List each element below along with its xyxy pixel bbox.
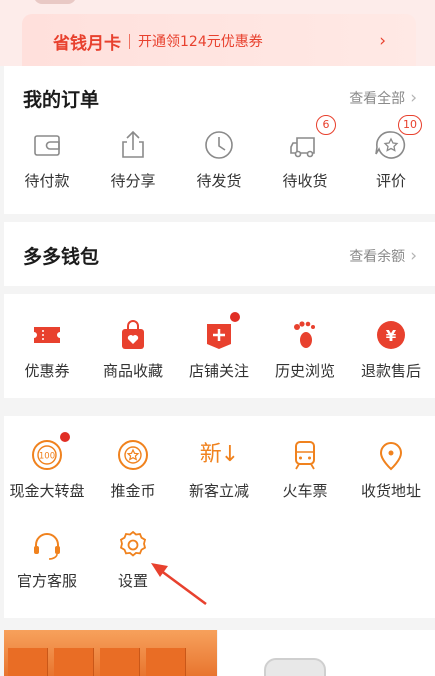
cash-wheel-number: 100 (39, 452, 55, 462)
count-badge: 10 (398, 115, 422, 135)
wallet-icon (30, 128, 64, 162)
new-customer-icon: 新↓ (197, 438, 241, 472)
service-cash-wheel[interactable]: 100 现金大转盘 (2, 432, 92, 501)
refund-icon: ¥ (374, 318, 408, 352)
footprint-icon (288, 318, 322, 352)
service-addresses[interactable]: 收货地址 (348, 438, 434, 501)
quick-label: 店铺关注 (188, 362, 249, 380)
service-train-tickets[interactable]: 火车票 (262, 438, 348, 501)
coin-icon (116, 438, 150, 472)
order-label: 待分享 (110, 172, 156, 190)
favorite-bag-icon (116, 318, 150, 352)
quick-label: 退款售后 (360, 362, 421, 380)
order-label: 待收货 (282, 172, 328, 190)
new-customer-icon-text: 新↓ (199, 442, 239, 467)
quick-actions-section: 优惠券 商品收藏 店铺关注 历史浏览 ¥ 退款售后 (4, 294, 435, 398)
quick-favorites[interactable]: 商品收藏 (90, 318, 176, 381)
service-label: 设置 (117, 572, 148, 590)
product-box (146, 648, 186, 676)
store-follow-icon (202, 312, 240, 352)
share-icon (116, 128, 150, 162)
chevron-right-icon: › (410, 88, 417, 108)
service-label: 现金大转盘 (9, 482, 85, 500)
notification-dot (230, 312, 240, 322)
cash-wheel-icon: 100 (30, 432, 70, 472)
wallet-section[interactable]: 多多钱包 查看余额 › (4, 222, 435, 286)
monthly-card-subtitle: 开通领124元优惠券 (138, 34, 263, 50)
quick-coupons[interactable]: 优惠券 (4, 318, 90, 381)
count-badge: 6 (316, 115, 336, 135)
review-icon: 10 (374, 115, 422, 162)
service-push-coins[interactable]: 推金币 (90, 438, 176, 501)
my-orders-section: 我的订单 查看全部 › 待付款 待分享 待发货 6 待收货 10 评价 (4, 66, 435, 214)
view-balance-label: 查看余额 (349, 249, 406, 265)
phone-image (264, 658, 326, 676)
product-banner-boxes[interactable] (4, 630, 217, 676)
svg-text:¥: ¥ (386, 327, 397, 345)
order-pending-payment[interactable]: 待付款 (4, 128, 90, 191)
headset-icon (30, 528, 64, 562)
view-all-orders-link[interactable]: 查看全部 › (349, 88, 417, 108)
order-to-ship[interactable]: 待发货 (176, 128, 262, 191)
product-banner-phone[interactable] (218, 630, 435, 676)
orders-title: 我的订单 (23, 89, 100, 111)
truck-icon: 6 (288, 115, 336, 162)
view-balance-link[interactable]: 查看余额 › (349, 246, 417, 266)
service-new-customer[interactable]: 新↓ 新客立减 (176, 438, 262, 501)
service-label: 新客立减 (188, 482, 249, 500)
train-icon (288, 438, 322, 472)
divider (129, 33, 130, 49)
product-box (100, 648, 140, 676)
quick-label: 历史浏览 (274, 362, 335, 380)
location-icon (374, 438, 408, 472)
services-section: 100 现金大转盘 推金币 新↓ 新客立减 火车票 收货地址 官方客服 设置 (4, 416, 435, 618)
wallet-title: 多多钱包 (23, 246, 100, 268)
view-all-label: 查看全部 (349, 91, 406, 107)
monthly-card-banner[interactable]: 省钱月卡 开通领124元优惠券 › (22, 14, 416, 68)
service-settings[interactable]: 设置 (90, 528, 176, 591)
monthly-card-title: 省钱月卡 (53, 33, 121, 54)
coupon-icon (30, 318, 64, 352)
quick-history[interactable]: 历史浏览 (262, 318, 348, 381)
service-customer-support[interactable]: 官方客服 (4, 528, 90, 591)
product-box (54, 648, 94, 676)
product-box (8, 648, 48, 676)
order-review[interactable]: 10 评价 (348, 115, 434, 191)
order-to-receive[interactable]: 6 待收货 (262, 115, 348, 191)
clock-icon (202, 128, 236, 162)
service-label: 官方客服 (16, 572, 77, 590)
avatar-edge (34, 0, 76, 4)
quick-store-follow[interactable]: 店铺关注 (176, 312, 262, 381)
service-label: 收货地址 (360, 482, 421, 500)
service-label: 火车票 (282, 482, 328, 500)
quick-label: 优惠券 (24, 362, 70, 380)
chevron-right-icon: › (379, 31, 386, 51)
chevron-right-icon: › (410, 246, 417, 266)
order-label: 评价 (375, 172, 406, 190)
service-label: 推金币 (110, 482, 156, 500)
notification-dot (60, 432, 70, 442)
order-label: 待付款 (24, 172, 70, 190)
order-to-share[interactable]: 待分享 (90, 128, 176, 191)
order-label: 待发货 (196, 172, 242, 190)
settings-icon (116, 528, 150, 562)
quick-label: 商品收藏 (102, 362, 163, 380)
quick-refunds[interactable]: ¥ 退款售后 (348, 318, 434, 381)
